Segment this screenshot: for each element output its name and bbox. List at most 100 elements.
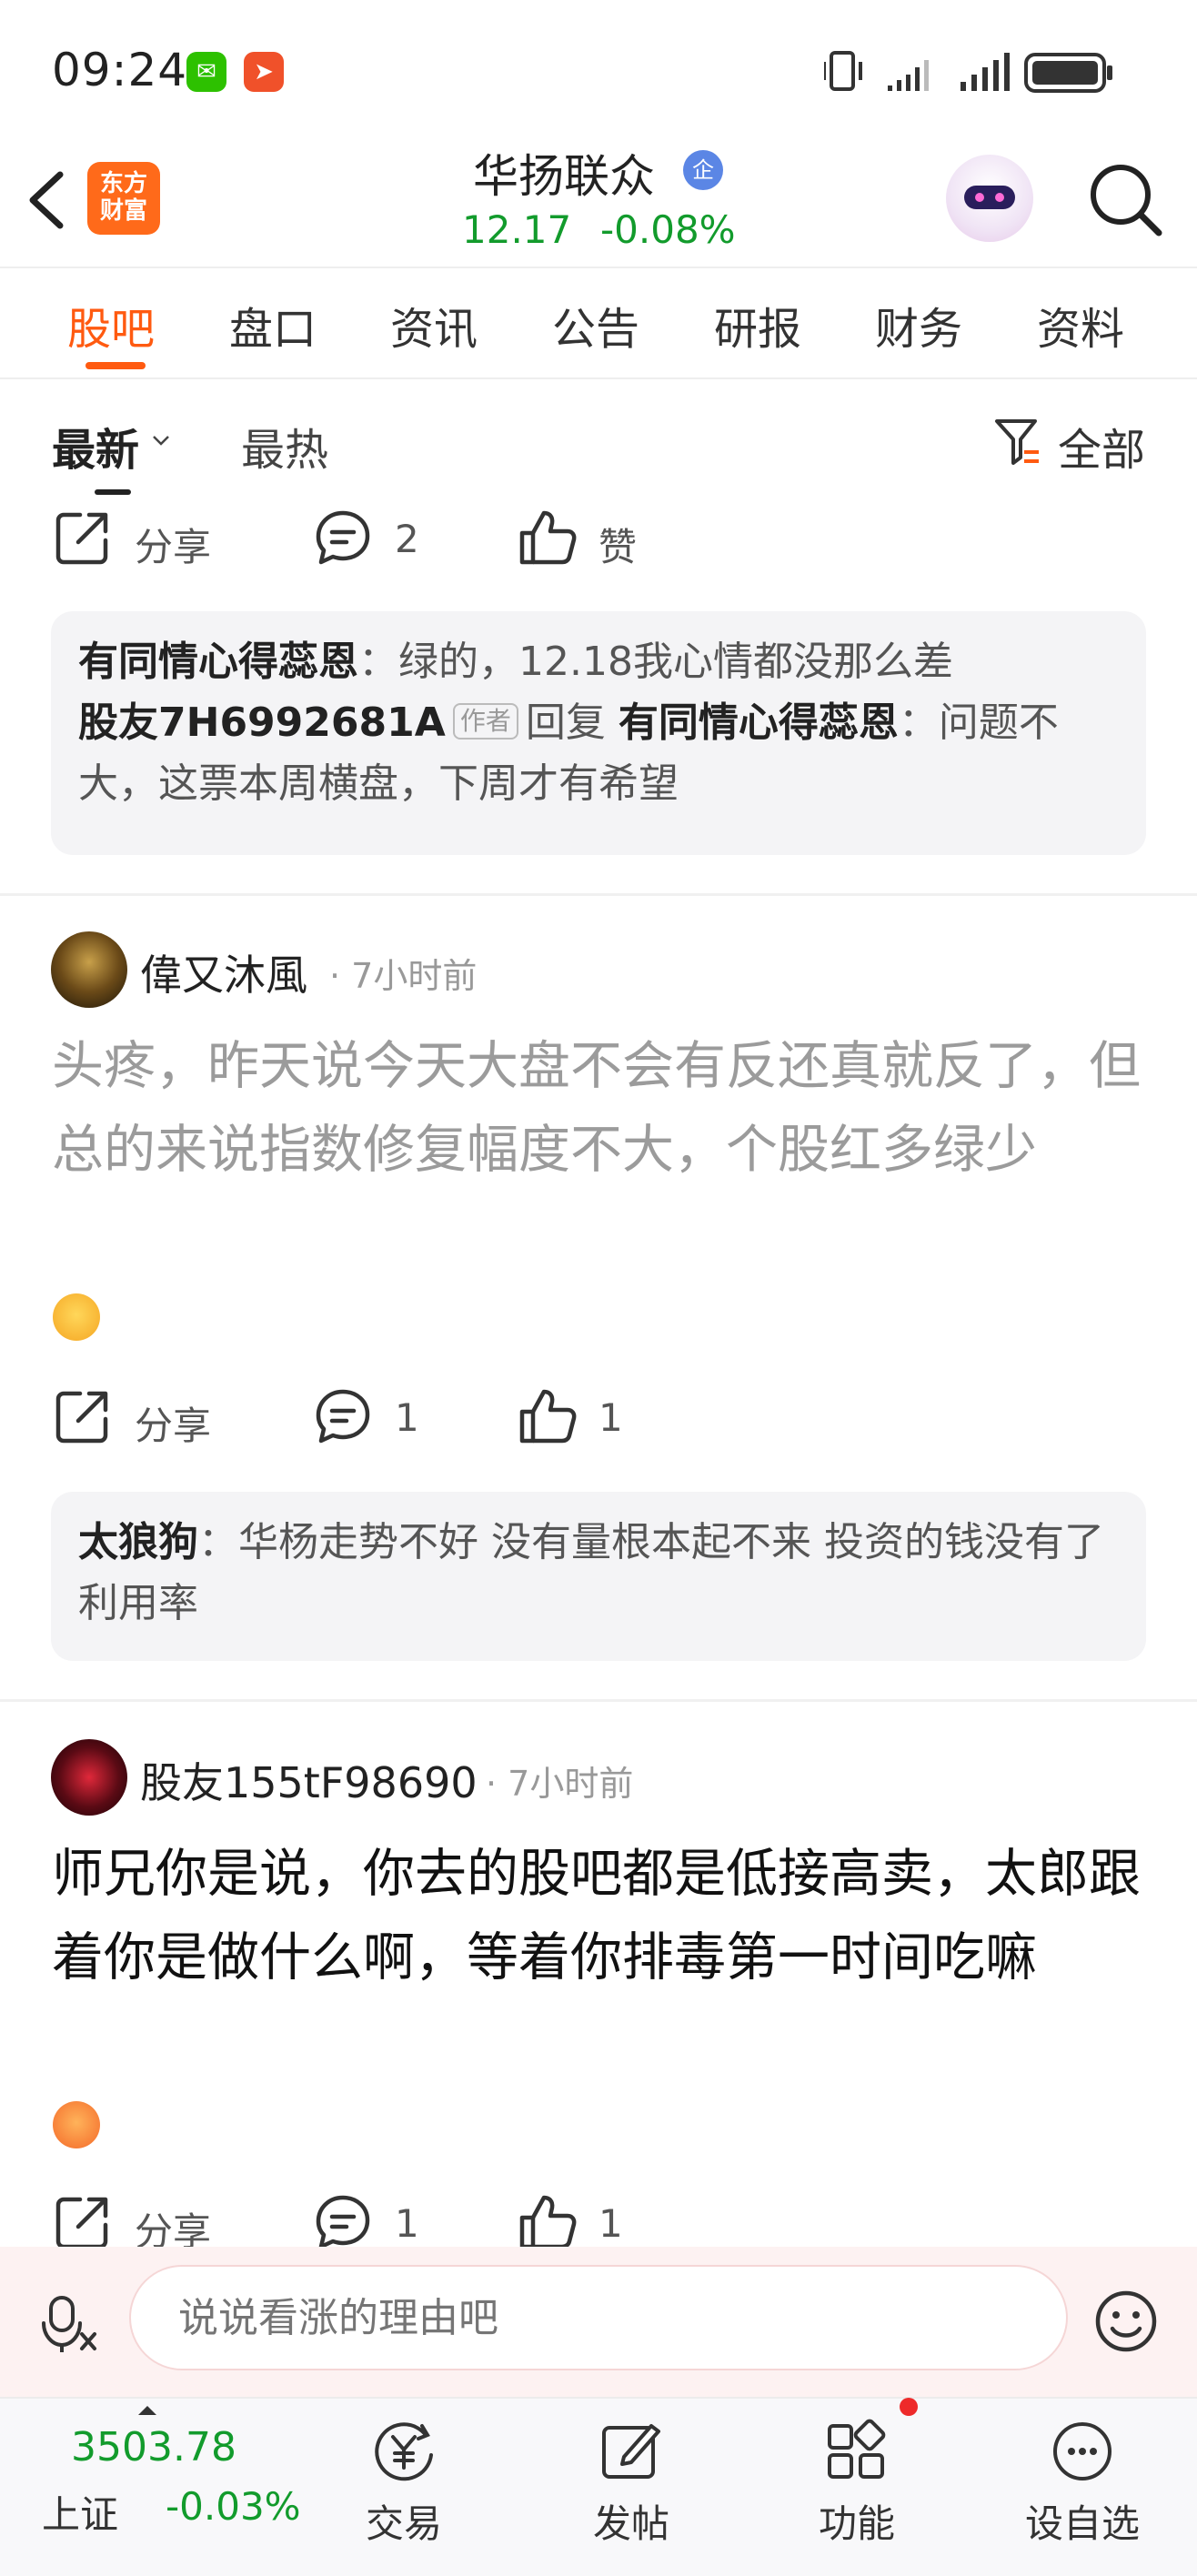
nav-functions[interactable]: 功能 [784, 2419, 930, 2564]
filter-all[interactable]: 全部 [1058, 414, 1145, 478]
post-username[interactable]: 股友155tF98690 [140, 1750, 478, 1810]
comment-input-bar [0, 2247, 1197, 2397]
nav-add-watchlist[interactable]: 设自选 [1010, 2419, 1155, 2564]
back-arrow-icon[interactable] [20, 164, 75, 236]
reply-username[interactable]: 有同情心得蕊恩 [78, 639, 358, 685]
comment-count: 1 [395, 1395, 419, 1440]
avatar[interactable] [51, 931, 127, 1008]
signal-icon [888, 60, 929, 91]
sort-bar: 最新 最热 全部 [0, 379, 1197, 488]
comment-count: 2 [395, 517, 419, 561]
tab-announcements[interactable]: 公告 [552, 293, 639, 357]
reply-text: ：华杨走势不好 没有量根本起不来 投资的钱没有了利用率 [78, 1519, 1104, 1626]
share-icon [55, 512, 108, 565]
bottom-navigation: 3503.78 上证 -0.03% 交易 发帖 功能 设自选 [0, 2397, 1197, 2576]
chevron-down-icon[interactable] [150, 429, 172, 451]
stock-header: 东方 财富 华扬联众 企 12.17 -0.08% [0, 136, 1197, 268]
nav-trade[interactable]: 交易 [331, 2419, 477, 2564]
share-label: 分享 [135, 1404, 212, 1448]
avatar[interactable] [51, 1739, 127, 1816]
sort-active-indicator [95, 489, 131, 495]
author-tag: 作者 [452, 703, 518, 740]
robot-assistant-icon[interactable] [946, 155, 1033, 242]
logo-text-bottom: 财富 [99, 197, 147, 225]
wechat-icon: ✉ [186, 52, 226, 92]
status-time: 09:24 [52, 44, 188, 96]
nav-functions-label: 功能 [818, 2501, 895, 2546]
tab-pankou[interactable]: 盘口 [229, 293, 317, 357]
like-button[interactable]: 赞 [517, 508, 653, 571]
tab-research[interactable]: 研报 [714, 293, 801, 357]
index-name[interactable]: 上证 [42, 2484, 118, 2540]
index-value[interactable]: 3503.78 [71, 2424, 236, 2470]
nav-trade-label: 交易 [365, 2501, 442, 2546]
edit-icon [602, 2424, 660, 2479]
thumbs-up-icon [519, 510, 577, 565]
reply-text: ：绿的，12.18我心情都没那么差 [358, 639, 953, 685]
post-divider [0, 893, 1197, 896]
sort-latest[interactable]: 最新 [52, 414, 139, 478]
sort-hot[interactable]: 最热 [241, 414, 328, 478]
reply-username[interactable]: 股友7H6992681A [78, 699, 446, 746]
tab-finance[interactable]: 财务 [875, 293, 962, 357]
tab-news[interactable]: 资讯 [390, 293, 478, 357]
share-label: 分享 [135, 525, 212, 569]
index-change[interactable]: -0.03% [166, 2484, 301, 2529]
post-username[interactable]: 偉又沐風 [140, 942, 307, 1002]
battery-icon [1024, 53, 1112, 93]
comment-icon [316, 1389, 370, 1444]
chevron-up-icon[interactable] [136, 2404, 158, 2417]
system-status-icons [824, 51, 1112, 93]
nav-post-label: 发帖 [592, 2501, 669, 2546]
more-icon [1053, 2422, 1112, 2480]
logo-text-top: 东方 [99, 170, 147, 197]
nav-add-watchlist-label: 设自选 [1024, 2501, 1140, 2546]
stock-price: 12.17 [462, 207, 572, 252]
voice-input-icon[interactable] [38, 2292, 100, 2354]
reply-preview-box[interactable]: 有同情心得蕊恩：绿的，12.18我心情都没那么差 股友7H6992681A 作者回… [51, 611, 1146, 855]
share-icon [55, 2197, 108, 2249]
tab-profile[interactable]: 资料 [1037, 293, 1124, 357]
emoji-icon [53, 1293, 100, 1341]
vibrate-icon [824, 51, 862, 91]
like-label: 赞 [598, 525, 638, 569]
status-bar: 09:24 ✉ ➤ [0, 0, 1197, 136]
emoji-icon [53, 2101, 100, 2148]
stock-name: 华扬联众 [473, 150, 655, 203]
tab-bar: 股吧 盘口 资讯 公告 研报 财务 资料 [0, 273, 1197, 377]
grid-icon [828, 2419, 886, 2479]
reply-username[interactable]: 太狼狗 [78, 1519, 198, 1565]
emoji-picker-icon[interactable] [1093, 2289, 1159, 2354]
header-divider [0, 267, 1197, 268]
reply-line: 股友7H6992681A 作者 回复 有同情心得蕊恩：问题不大，这票本周横盘，下周才… [78, 692, 1119, 814]
filter-icon[interactable] [993, 416, 1041, 467]
comment-button[interactable]: 1 [313, 1386, 449, 1450]
post-time: · 7小时前 [329, 956, 478, 996]
share-icon [55, 1391, 108, 1444]
stock-change: -0.08% [600, 207, 736, 252]
trade-yen-icon [375, 2422, 433, 2481]
notification-dot [900, 2398, 918, 2416]
comment-input[interactable] [129, 2265, 1068, 2370]
reply-preview-box[interactable]: 太狼狗：华杨走势不好 没有量根本起不来 投资的钱没有了利用率 [51, 1492, 1146, 1661]
post-divider [0, 1699, 1197, 1702]
active-tab-underline [86, 362, 146, 369]
share-button[interactable]: 分享 [53, 508, 235, 571]
like-count: 1 [598, 1395, 623, 1440]
nav-post[interactable]: 发帖 [558, 2419, 704, 2564]
thumbs-up-icon [519, 1389, 577, 1444]
comment-button[interactable]: 2 [313, 508, 449, 571]
post-body[interactable]: 师兄你是说，你去的股吧都是低接高卖，太郎跟着你是做什么啊，等着你排毒第一时间吃嘛 [52, 1832, 1152, 1999]
tab-guba[interactable]: 股吧 [67, 293, 155, 357]
comment-icon [316, 2195, 370, 2249]
reply-target-username[interactable]: 有同情心得蕊恩 [619, 699, 899, 746]
enterprise-badge-icon: 企 [683, 150, 723, 190]
comment-count: 1 [395, 2201, 419, 2246]
share-button[interactable]: 分享 [53, 1386, 235, 1450]
post-body[interactable]: 头疼，昨天说今天大盘不会有反还真就反了，但总的来说指数修复幅度不大，个股红多绿少 [52, 1024, 1152, 1192]
post-time: · 7小时前 [486, 1764, 634, 1804]
eastmoney-logo[interactable]: 东方 财富 [87, 162, 160, 235]
search-icon[interactable] [1084, 158, 1166, 240]
like-count: 1 [598, 2201, 623, 2246]
like-button[interactable]: 1 [517, 1386, 653, 1450]
